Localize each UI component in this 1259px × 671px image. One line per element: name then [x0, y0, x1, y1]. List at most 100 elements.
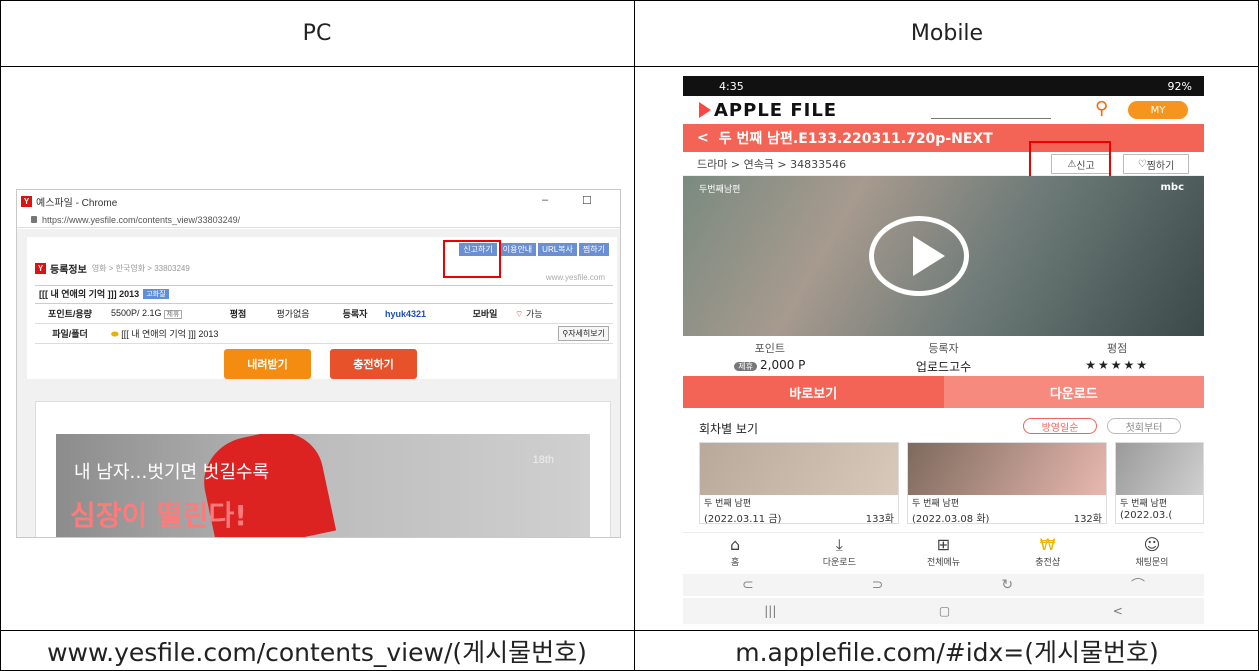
- banner-line2: 심장이 떨린다!: [70, 499, 248, 532]
- maximize-button[interactable]: ☐: [582, 194, 592, 207]
- content-title: [[[ 내 연애의 기억 ]]] 2013: [39, 289, 140, 299]
- scroll-top-icon[interactable]: ⌒: [1131, 575, 1145, 595]
- episode-card[interactable]: 두 번째 남편 (2022.03.08 화) 132화: [907, 442, 1107, 525]
- file-folder-label: 파일/폴더: [52, 329, 88, 339]
- movie-banner: 내 남자…벗기면 벗길수록 심장이 떨린다! 18th: [56, 434, 590, 537]
- register-info: 등록자 업로드고수: [857, 336, 1031, 376]
- action-tabs: 바로보기 다운로드: [683, 376, 1204, 408]
- status-battery: 92%: [1167, 79, 1192, 93]
- rating-value: 평가없음: [276, 309, 310, 319]
- table-row: 포인트/용량 5500P/ 2.1G 제휴 평점 평가없음 등록자 hyuk432…: [35, 304, 613, 324]
- column-divider: [634, 0, 635, 671]
- free-chip: 제휴: [163, 310, 183, 319]
- episodes-title: 회차별 보기: [699, 422, 759, 436]
- nav-chat[interactable]: ☺ 채팅문의: [1100, 533, 1204, 572]
- detail-button[interactable]: ⚲자세히보기: [558, 326, 609, 341]
- lock-icon: [31, 216, 37, 223]
- banner-award: 18th: [532, 454, 554, 466]
- apple-chat-icon: ☺: [1143, 535, 1161, 554]
- video-player[interactable]: 두번째남편 mbc: [683, 176, 1204, 336]
- point-value: 2,000 P: [760, 358, 806, 372]
- banner-line1: 내 남자…벗기면 벗길수록: [74, 462, 270, 483]
- bottom-nav: ⌂ 홈 ⤓ 다운로드 ⊞ 전체메뉴 ₩ 충전샵 ☺ 채팅문의: [683, 532, 1204, 572]
- info-table: 포인트/용량 5500P/ 2.1G 제휴 평점 평가없음 등록자 hyuk432…: [35, 303, 613, 344]
- favorite-button[interactable]: ♡ 찜하기: [1123, 154, 1189, 174]
- favorite-button[interactable]: 찜하기: [578, 243, 609, 256]
- forward-nav-icon[interactable]: ⊃: [872, 577, 884, 593]
- charge-button[interactable]: 충전하기: [330, 349, 417, 379]
- order-air-button[interactable]: 방영일순: [1023, 418, 1097, 434]
- banner-card: 내 남자…벗기면 벗길수록 심장이 떨린다! 18th: [35, 401, 611, 537]
- breadcrumb: 영화 > 한국영화 > 33803249: [91, 264, 190, 273]
- download-button[interactable]: 다운로드: [943, 376, 1204, 408]
- video-tag: 두번째남편: [699, 185, 741, 195]
- nav-home[interactable]: ⌂ 홈: [683, 533, 787, 572]
- broadcaster-logo: mbc: [1160, 182, 1184, 193]
- back-nav-icon[interactable]: ⊂: [742, 577, 754, 593]
- mobile-value: ⌔ 가능: [515, 309, 543, 319]
- content-title: 두 번째 남편.E133.220311.720p-NEXT: [718, 131, 993, 147]
- registration-heading: Y 등록정보 영화 > 한국영화 > 33803249: [35, 261, 190, 276]
- status-bar: 4:35 92%: [683, 76, 1204, 96]
- point-size-label: 포인트/용량: [48, 309, 92, 319]
- download-icon: ⤓: [835, 535, 843, 554]
- order-first-button[interactable]: 첫회부터: [1107, 418, 1181, 434]
- logo-triangle-icon: [699, 102, 711, 118]
- free-badge: 제휴: [734, 362, 757, 371]
- search-icon[interactable]: ⚲: [1095, 98, 1108, 119]
- watch-now-button[interactable]: 바로보기: [683, 376, 944, 408]
- browser-toolbar: ⊂ ⊃ ↻ ⌒: [683, 574, 1204, 596]
- recents-icon[interactable]: |||: [764, 604, 776, 618]
- header-divider: [0, 66, 1259, 67]
- heart-icon: ♡: [1137, 158, 1147, 170]
- status-time: 4:35: [719, 79, 744, 93]
- rating-label: 평점: [229, 309, 247, 319]
- home-button-icon[interactable]: ▢: [939, 604, 950, 618]
- pc-url-pattern: www.yesfile.com/contents_view/(게시물번호): [47, 637, 587, 667]
- rating-info: 평점 ★★★★★: [1030, 336, 1204, 376]
- reg-title: 등록정보: [50, 265, 87, 276]
- episode-thumbnail: [700, 443, 898, 495]
- won-coin-icon: ₩: [1039, 535, 1056, 554]
- mobile-header: Mobile: [910, 20, 984, 46]
- quality-badge: 고화질: [143, 288, 169, 299]
- nav-download[interactable]: ⤓ 다운로드: [787, 533, 891, 572]
- home-icon: ⌂: [730, 535, 741, 554]
- breadcrumb: 드라마 > 연속극 > 34833546: [697, 157, 847, 171]
- content-info: 포인트 제휴 2,000 P 등록자 업로드고수 평점 ★★★★★: [683, 336, 1204, 376]
- register-value[interactable]: hyuk4321: [385, 309, 455, 319]
- grid-icon: ⊞: [936, 535, 951, 554]
- my-button[interactable]: MY: [1128, 101, 1188, 119]
- pc-screenshot: Y 예스파일 - Chrome – ☐ https://www.yesfile.…: [16, 189, 621, 538]
- yesfile-logo-icon: Y: [35, 263, 46, 274]
- register-label: 등록자: [342, 309, 368, 319]
- guide-button[interactable]: 이용안내: [498, 243, 537, 256]
- table-row: 파일/폴더 ⬬ [[[ 내 연애의 기억 ]]] 2013 ⚲자세히보기: [35, 324, 613, 344]
- back-button-icon[interactable]: <: [1113, 604, 1123, 618]
- download-button[interactable]: 내려받기: [224, 349, 311, 379]
- nav-charge[interactable]: ₩ 충전샵: [996, 533, 1100, 572]
- reload-icon[interactable]: ↻: [1001, 577, 1013, 593]
- rating-stars: ★★★★★: [1085, 358, 1150, 372]
- pc-header: PC: [302, 20, 332, 46]
- address-bar[interactable]: https://www.yesfile.com/contents_view/33…: [17, 212, 620, 228]
- url-text: https://www.yesfile.com/contents_view/33…: [42, 214, 241, 225]
- system-nav-bar: ||| ▢ <: [683, 598, 1204, 624]
- nav-menu[interactable]: ⊞ 전체메뉴: [891, 533, 995, 572]
- episode-thumbnail: [908, 443, 1106, 495]
- mobile-url-pattern: m.applefile.com/#idx=(게시물번호): [735, 637, 1159, 667]
- episode-thumbnail: [1116, 443, 1203, 495]
- site-domain: www.yesfile.com: [545, 273, 605, 282]
- highlight-box: [443, 240, 501, 278]
- applefile-logo[interactable]: APPLE FILE: [699, 100, 837, 121]
- copy-url-button[interactable]: URL복사: [538, 243, 577, 256]
- app-header: APPLE FILE ⚲ MY: [683, 96, 1204, 124]
- wifi-icon: ⌔: [515, 309, 524, 319]
- episode-card[interactable]: 두 번째 남편 (2022.03.11 금) 133화: [699, 442, 899, 525]
- minimize-button[interactable]: –: [542, 194, 548, 206]
- content-info-card: 신고하기 이용안내 URL복사 찜하기 Y 등록정보 영화 > 한국영화 > 3…: [27, 237, 617, 379]
- page-body: 신고하기 이용안내 URL복사 찜하기 Y 등록정보 영화 > 한국영화 > 3…: [17, 229, 620, 537]
- mobile-label: 모바일: [472, 309, 498, 319]
- back-icon[interactable]: <: [697, 130, 709, 146]
- episode-card[interactable]: 두 번째 남편 (2022.03.(: [1115, 442, 1204, 524]
